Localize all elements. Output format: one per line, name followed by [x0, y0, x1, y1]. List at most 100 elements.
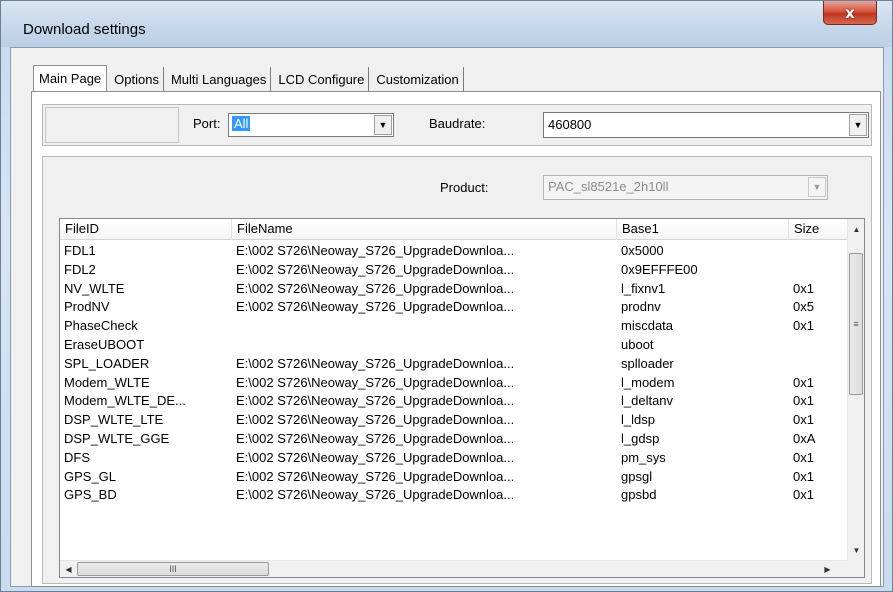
- base1-cell: gpsbd: [621, 487, 657, 503]
- port-settings-group: Port: All ▼ Baudrate: 460800 ▼: [42, 104, 872, 146]
- tab-customization[interactable]: Customization: [372, 67, 464, 91]
- chevron-down-icon[interactable]: ▼: [849, 114, 867, 136]
- table-row[interactable]: FDL1 E:\002 S726\Neoway_S726_UpgradeDownl…: [60, 242, 848, 260]
- file-id-cell: ProdNV: [64, 299, 110, 315]
- column-header-fileid[interactable]: FileID: [60, 219, 232, 240]
- tab-main-page[interactable]: Main Page: [33, 65, 108, 91]
- vertical-scrollbar[interactable]: ▲ ≡ ▼: [847, 219, 864, 560]
- size-cell: 0x1: [793, 374, 814, 390]
- table-row[interactable]: Modem_WLTE_DE... E:\002 S726\Neoway_S726_…: [60, 392, 848, 410]
- size-cell: [789, 355, 829, 373]
- file-id-cell: DFS: [64, 449, 90, 465]
- size-cell: 0x1: [793, 412, 814, 428]
- vertical-scroll-thumb[interactable]: ≡: [849, 253, 863, 395]
- file-name-cell: E:\002 S726\Neoway_S726_UpgradeDownloa..…: [236, 431, 515, 446]
- file-name-cell: E:\002 S726\Neoway_S726_UpgradeDownloa..…: [236, 355, 515, 371]
- size-cell: 0x5: [793, 299, 814, 315]
- file-id-cell: GPS_GL: [64, 468, 117, 484]
- table-row[interactable]: DSP_WLTE_GGE E:\002 S726\Neoway_S726_Upgr…: [60, 430, 848, 448]
- file-name-cell: E:\002 S726\Neoway_S726_UpgradeDownloa..…: [236, 374, 515, 390]
- column-header-size[interactable]: Size: [789, 219, 848, 240]
- file-name-cell: E:\002 S726\Neoway_S726_UpgradeDownloa..…: [236, 393, 515, 409]
- file-name-cell: E:\002 S726\Neoway_S726_UpgradeDownloa..…: [236, 261, 515, 277]
- grip-icon: ≡: [853, 319, 859, 329]
- table-row[interactable]: SPL_LOADER E:\002 S726\Neoway_S726_Upgrad…: [60, 355, 848, 373]
- file-id-cell: EraseUBOOT: [64, 337, 145, 352]
- title-bar[interactable]: Download settings x: [1, 1, 892, 47]
- size-cell: 0x1: [793, 280, 814, 296]
- scroll-right-icon[interactable]: ▶: [820, 561, 835, 577]
- main-page-panel: Port: All ▼ Baudrate: 460800 ▼ Product: …: [31, 91, 881, 587]
- tab-strip: Main Page Options Multi Languages LCD Confi…: [33, 65, 467, 92]
- file-id-cell: FDL1: [64, 243, 96, 258]
- file-id-cell: GPS_BD: [64, 487, 117, 503]
- base1-cell: l_fixnv1: [621, 280, 666, 296]
- file-list-header: FileID FileName Base1 Size: [60, 219, 864, 240]
- file-id-cell: NV_WLTE: [64, 280, 125, 296]
- baudrate-value: 460800: [548, 117, 592, 132]
- baudrate-label: Baudrate:: [429, 116, 486, 131]
- file-name-cell: [232, 317, 615, 335]
- base1-cell: gpsgl: [621, 468, 653, 484]
- product-value: PAC_sl8521e_2h10ll: [548, 179, 669, 194]
- file-id-cell: Modem_WLTE: [64, 374, 150, 390]
- size-cell: [789, 261, 829, 279]
- column-header-base1[interactable]: Base1: [617, 219, 789, 240]
- table-row[interactable]: Modem_WLTE E:\002 S726\Neoway_S726_Upgrad…: [60, 374, 848, 392]
- base1-cell: l_deltanv: [621, 393, 674, 409]
- product-label: Product:: [440, 180, 489, 195]
- scroll-down-icon[interactable]: ▼: [849, 542, 864, 558]
- table-row[interactable]: EraseUBOOT uboot: [60, 336, 848, 354]
- dialog-window: Download settings x Main Page Options Mult…: [0, 0, 893, 592]
- base1-cell: 0x9EFFFE00: [621, 261, 698, 277]
- horizontal-scrollbar[interactable]: ◀ III ▶: [60, 560, 848, 577]
- scrollbar-corner: [847, 560, 864, 577]
- close-button[interactable]: x: [823, 1, 877, 25]
- size-cell: 0x1: [793, 318, 814, 334]
- table-row[interactable]: NV_WLTE E:\002 S726\Neoway_S726_UpgradeDo…: [60, 280, 848, 298]
- base1-cell: splloader: [621, 355, 674, 371]
- status-box: [45, 107, 179, 143]
- scroll-left-icon[interactable]: ◀: [61, 561, 76, 577]
- product-select[interactable]: PAC_sl8521e_2h10ll ▼: [543, 175, 828, 200]
- tab-multi-languages[interactable]: Multi Languages: [167, 67, 272, 91]
- base1-cell: pm_sys: [621, 449, 666, 465]
- scroll-up-icon[interactable]: ▲: [849, 221, 864, 237]
- table-row[interactable]: ProdNV E:\002 S726\Neoway_S726_UpgradeDow…: [60, 298, 848, 316]
- file-id-cell: FDL2: [64, 261, 96, 277]
- file-name-cell: E:\002 S726\Neoway_S726_UpgradeDownloa..…: [236, 243, 515, 258]
- port-value: All: [232, 116, 251, 131]
- file-name-cell: E:\002 S726\Neoway_S726_UpgradeDownloa..…: [236, 280, 515, 296]
- file-list[interactable]: FileID FileName Base1 Size FDL1 E:\002 S726\…: [59, 218, 865, 578]
- base1-cell: 0x5000: [621, 243, 664, 258]
- size-cell: 0x1: [793, 468, 814, 484]
- size-cell: 0x1: [793, 393, 814, 409]
- file-name-cell: E:\002 S726\Neoway_S726_UpgradeDownloa..…: [236, 299, 515, 315]
- base1-cell: l_ldsp: [621, 412, 655, 428]
- column-header-filename[interactable]: FileName: [232, 219, 617, 240]
- table-row[interactable]: GPS_GL E:\002 S726\Neoway_S726_UpgradeDow…: [60, 468, 848, 486]
- port-label: Port:: [193, 116, 221, 131]
- table-row[interactable]: GPS_BD E:\002 S726\Neoway_S726_UpgradeDow…: [60, 486, 848, 504]
- table-row[interactable]: FDL2 E:\002 S726\Neoway_S726_UpgradeDownl…: [60, 261, 848, 279]
- base1-cell: prodnv: [621, 299, 661, 315]
- file-id-cell: PhaseCheck: [64, 318, 138, 334]
- tab-options[interactable]: Options: [110, 67, 164, 91]
- chevron-down-icon[interactable]: ▼: [374, 115, 392, 135]
- file-name-cell: E:\002 S726\Neoway_S726_UpgradeDownloa..…: [236, 412, 515, 428]
- file-id-cell: Modem_WLTE_DE...: [64, 393, 186, 409]
- file-name-cell: [232, 336, 615, 354]
- port-select[interactable]: All ▼: [228, 113, 394, 137]
- horizontal-scroll-thumb[interactable]: III: [77, 562, 269, 576]
- table-row[interactable]: PhaseCheck miscdata 0x1: [60, 317, 848, 335]
- baudrate-select[interactable]: 460800 ▼: [543, 112, 869, 138]
- close-icon: x: [845, 3, 855, 22]
- file-id-cell: DSP_WLTE_GGE: [64, 431, 170, 446]
- base1-cell: l_modem: [621, 374, 675, 390]
- size-cell: [789, 242, 829, 260]
- table-row[interactable]: DSP_WLTE_LTE E:\002 S726\Neoway_S726_Upgr…: [60, 411, 848, 429]
- table-row[interactable]: DFS E:\002 S726\Neoway_S726_UpgradeDownlo…: [60, 449, 848, 467]
- tab-lcd-configure[interactable]: LCD Configure: [274, 67, 370, 91]
- size-cell: 0x1: [793, 487, 814, 503]
- chevron-down-icon: ▼: [808, 177, 826, 197]
